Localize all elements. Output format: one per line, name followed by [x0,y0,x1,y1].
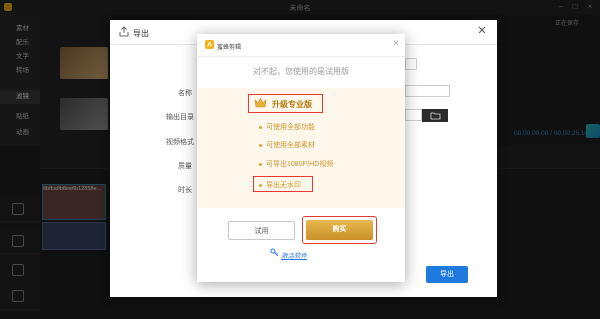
feature-text: 可导出1080P/HD视频 [266,161,334,168]
no-watermark-highlight [253,176,313,192]
browse-folder-button[interactable] [422,109,448,122]
field-label-duration: 时长 [178,187,192,194]
popup-app-name: 蜜蜂剪辑 [217,45,242,51]
activate-software-link[interactable]: 激活软件 [281,250,307,260]
field-label-video-format: 视频格式 [166,139,194,146]
buy-button[interactable]: 购买 [306,220,373,240]
bullet-icon [259,162,262,166]
output-dir-field[interactable] [405,109,422,121]
field-label-output-dir: 输出目录 [166,114,194,121]
name-field[interactable] [405,85,450,97]
feature-item: 可使用全部功能 [259,122,315,132]
field-label-name: 名称 [178,90,192,97]
app-logo-icon [205,40,214,49]
trial-button[interactable]: 试用 [228,221,295,240]
name-field-edge[interactable] [405,58,417,70]
upgrade-title: 升级专业版 [272,100,312,109]
field-label-quality: 质量 [178,163,192,170]
close-icon[interactable]: × [391,38,401,50]
trial-message: 对不起，您使用的是试用版 [253,67,349,76]
crown-icon [254,97,267,108]
feature-item: 可导出1080P/HD视频 [259,159,333,169]
bullet-icon [259,125,262,129]
export-share-icon [119,26,129,37]
bullet-icon [259,143,262,147]
feature-item: 可使用全部素材 [259,140,315,150]
feature-text: 可使用全部功能 [266,124,315,131]
close-icon[interactable]: ✕ [476,25,488,37]
export-dialog-title: 导出 [133,29,149,38]
key-icon [270,248,279,257]
folder-icon [430,112,441,120]
export-button[interactable]: 导出 [426,266,468,283]
feature-text: 可使用全部素材 [266,142,315,149]
